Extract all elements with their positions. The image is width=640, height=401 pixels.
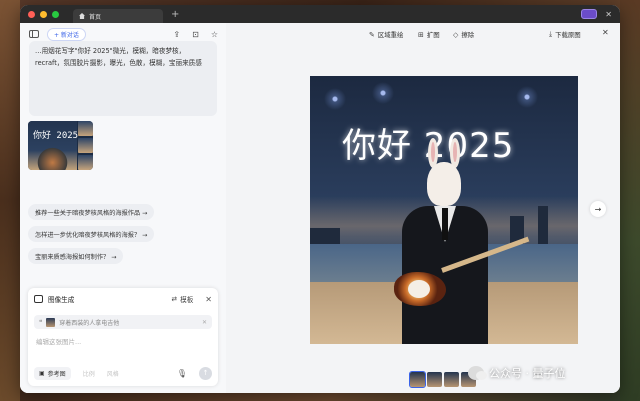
reference-image-label: 参考图	[47, 370, 66, 378]
reference-thumbnail	[46, 317, 56, 327]
expand-label: 扩图	[426, 31, 440, 39]
thumbnail-variant[interactable]	[78, 155, 93, 170]
tab-title: 首页	[89, 13, 102, 21]
zoom-window-button[interactable]	[52, 10, 59, 18]
erase-button[interactable]: ◇ 擦除	[453, 30, 475, 40]
sidebar-toggle-icon[interactable]	[29, 30, 39, 38]
eraser-icon: ◇	[453, 30, 459, 39]
extension-button[interactable]	[581, 9, 598, 19]
firework	[372, 82, 394, 104]
erase-label: 擦除	[461, 31, 475, 39]
desktop-wallpaper-right	[620, 0, 640, 401]
home-icon	[79, 13, 85, 19]
wechat-icon	[468, 366, 487, 380]
expand-icon: ⊞	[418, 30, 424, 39]
panel-footer: ▣ 参考图 比例 风格 🎙 ↑	[34, 365, 212, 381]
guitar-pickguard	[408, 280, 430, 298]
close-window-button[interactable]	[28, 10, 35, 18]
download-icon: ⤓	[549, 30, 553, 38]
microphone-icon[interactable]: 🎙	[177, 369, 187, 378]
thumbnail-variant[interactable]	[78, 138, 93, 153]
edit-input[interactable]: 编辑这张图片...	[36, 336, 81, 346]
template-button[interactable]: ⇄ 模板	[172, 294, 194, 304]
reference-chip[interactable]: ❝ 穿着西装的人拿电吉他 ✕	[34, 315, 212, 329]
firework	[516, 86, 538, 108]
minimize-window-button[interactable]	[40, 10, 47, 18]
firework	[324, 88, 346, 110]
tie	[442, 208, 448, 240]
style-button[interactable]: 风格	[107, 369, 119, 378]
panel-title: 图像生成	[48, 296, 75, 304]
title-bar: 首页 + ✕	[20, 5, 620, 23]
ratio-button[interactable]: 比例	[83, 369, 95, 378]
next-image-button[interactable]: →	[590, 201, 606, 217]
desktop-wallpaper-left	[0, 0, 20, 401]
thumbnail-1[interactable]	[409, 371, 426, 388]
suggestion-chip[interactable]: 推荐一些关于暗夜梦核风格的海报作品 →	[28, 204, 155, 220]
star-icon[interactable]: ☆	[211, 30, 218, 39]
quote-icon: ❝	[39, 318, 43, 326]
send-button[interactable]: ↑	[199, 366, 212, 380]
image-icon: ▣	[39, 369, 45, 377]
reference-image-button[interactable]: ▣ 参考图	[34, 366, 71, 380]
suggestion-chip[interactable]: 怎样进一步优化暗夜梦核风格的海报？ →	[28, 226, 155, 242]
panel-header: 图像生成 ⇄ 模板 ✕	[34, 294, 212, 304]
tab-home[interactable]: 首页	[73, 9, 163, 23]
skyline	[538, 206, 548, 246]
close-viewer-icon[interactable]: ✕	[602, 28, 609, 37]
close-panel-icon[interactable]: ✕	[205, 295, 212, 304]
area-redraw-label: 区域重绘	[377, 31, 404, 39]
bookmark-icon[interactable]: ⊡	[192, 30, 199, 39]
suggestion-chip[interactable]: 宝丽来质感海报如何制作？ →	[28, 248, 124, 264]
area-redraw-button[interactable]: ✎ 区域重绘	[369, 30, 404, 40]
template-label: 模板	[180, 296, 194, 304]
thumbnail-text: 你好 2025	[33, 131, 79, 141]
image-viewer: ✎ 区域重绘 ⊞ 扩图 ◇ 擦除 ⤓ 下载原图 ✕ 你好 2025 →	[226, 23, 620, 393]
image-icon	[34, 295, 43, 303]
template-icon: ⇄	[171, 295, 178, 303]
remove-reference-icon[interactable]: ✕	[202, 319, 207, 326]
watermark-text: 公众号 · 量子位	[489, 367, 566, 380]
close-tab-icon[interactable]: ✕	[605, 10, 612, 19]
chat-panel: + 新对话 ⇪ ⊡ ☆ …用烟花写字"你好 2025"微光，模糊，暗夜梦核，re…	[20, 23, 226, 393]
browser-window: 首页 + ✕ + 新对话 ⇪ ⊡ ☆ …用烟花写字"你好 2025"微光，模糊，…	[20, 5, 620, 393]
thumbnail-variant[interactable]	[78, 121, 93, 136]
thumbnail-strip	[409, 371, 476, 388]
watermark: 公众号 · 量子位	[468, 365, 566, 381]
thumbnail-3[interactable]	[444, 372, 459, 387]
download-label: 下载原图	[555, 31, 581, 39]
new-tab-button[interactable]: +	[171, 9, 179, 20]
thumbnail-2[interactable]	[427, 372, 442, 387]
new-chat-button[interactable]: + 新对话	[47, 27, 86, 41]
traffic-lights	[28, 10, 59, 18]
generated-image-thumbnail[interactable]: 你好 2025	[28, 121, 93, 170]
viewer-toolbar: ✎ 区域重绘 ⊞ 扩图 ◇ 擦除 ⤓ 下载原图 ✕	[226, 23, 620, 45]
user-message-bubble: …用烟花写字"你好 2025"微光，模糊，暗夜梦核，recraft，氛围胶片摄影…	[29, 41, 217, 116]
expand-image-button[interactable]: ⊞ 扩图	[418, 30, 440, 40]
image-generation-panel: 图像生成 ⇄ 模板 ✕ ❝ 穿着西装的人拿电吉他 ✕ 编辑这张图片... ▣ 参…	[28, 288, 218, 386]
download-original-button[interactable]: ⤓ 下载原图	[549, 30, 581, 39]
brush-icon: ✎	[369, 30, 375, 39]
share-icon[interactable]: ⇪	[173, 30, 180, 39]
reference-text: 穿着西装的人拿电吉他	[59, 319, 120, 327]
rabbit-head	[427, 162, 461, 206]
generated-image[interactable]: 你好 2025	[310, 76, 578, 344]
